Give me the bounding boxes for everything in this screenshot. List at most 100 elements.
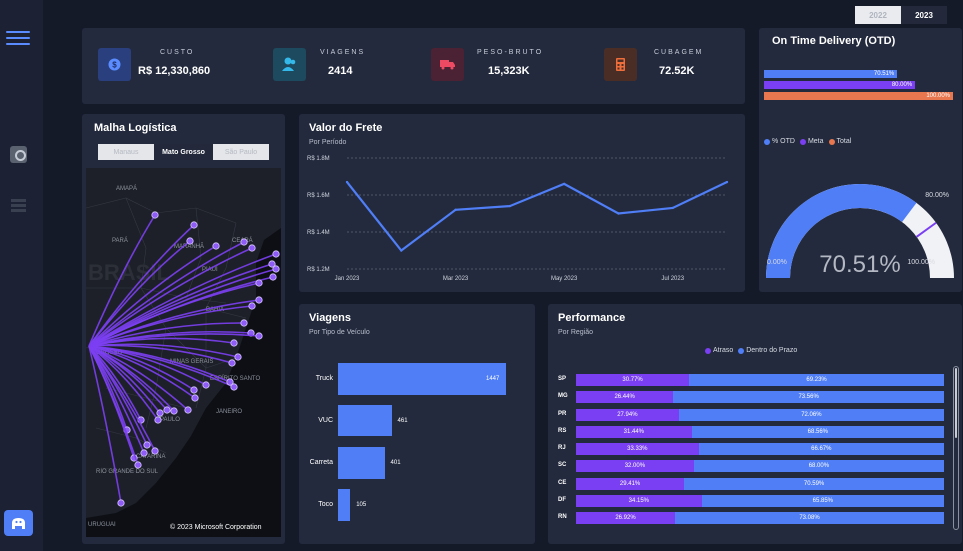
- frete-card: Valor do Frete Por Período R$ 1.2M R$ 1.4…: [299, 114, 745, 292]
- route-point: [151, 211, 159, 219]
- map-label: AMAPÁ: [116, 185, 137, 192]
- data-point: [454, 208, 457, 211]
- performance-row[interactable]: RS 31.44% 68.56%: [558, 425, 946, 438]
- otd-bar[interactable]: 80.00%: [764, 81, 916, 89]
- stacked-bar: 30.77% 69.23%: [576, 374, 944, 386]
- year-2022-button[interactable]: 2022: [855, 6, 901, 24]
- atraso-segment[interactable]: 26.92%: [576, 512, 676, 524]
- legend-item: Meta: [799, 138, 824, 145]
- stacked-bar: 26.92% 73.08%: [576, 512, 944, 524]
- map-card: Malha Logística Manaus Mato Grosso São P…: [82, 114, 285, 544]
- dentro-prazo-segment[interactable]: 66.67%: [698, 443, 944, 455]
- route-point: [255, 332, 263, 340]
- performance-row[interactable]: SP 30.77% 69.23%: [558, 374, 946, 386]
- map-label-country: BRASIL: [88, 260, 170, 285]
- route-point: [191, 394, 199, 402]
- map-tab-sao-paulo[interactable]: São Paulo: [213, 144, 269, 160]
- performance-scrollbar[interactable]: [953, 366, 959, 530]
- route-point: [228, 359, 236, 367]
- region-label: CE: [558, 479, 567, 486]
- otd-bar[interactable]: 70.51%: [764, 70, 898, 78]
- menu-icon[interactable]: [6, 31, 30, 45]
- bar-value-label: 105: [356, 502, 367, 508]
- x-tick-label: May 2023: [551, 276, 578, 282]
- scrollbar-thumb[interactable]: [955, 368, 957, 438]
- dentro-prazo-segment[interactable]: 73.56%: [673, 391, 944, 404]
- region-label: DF: [558, 496, 566, 503]
- performance-row[interactable]: DF 34.15% 65.85%: [558, 494, 946, 507]
- performance-row[interactable]: PR 27.94% 72.06%: [558, 408, 946, 421]
- atraso-segment[interactable]: 27.94%: [576, 408, 679, 421]
- map-tab-mato-grosso[interactable]: Mato Grosso: [154, 144, 213, 160]
- route-point: [170, 407, 178, 415]
- data-point: [671, 206, 674, 210]
- viagens-bar[interactable]: [338, 489, 351, 521]
- dentro-prazo-segment[interactable]: 73.08%: [675, 512, 944, 524]
- atraso-segment[interactable]: 32.00%: [576, 460, 694, 473]
- map-label: PAULO: [160, 417, 180, 423]
- year-filter: 2022 2023: [855, 6, 947, 24]
- users-icon: [273, 48, 306, 81]
- dentro-prazo-segment[interactable]: 68.56%: [691, 425, 944, 438]
- atraso-segment[interactable]: 33.33%: [576, 443, 699, 455]
- table-page-icon[interactable]: [11, 199, 26, 212]
- route-point: [272, 250, 280, 258]
- route-point: [202, 381, 210, 389]
- performance-row[interactable]: RJ 33.33% 66.67%: [558, 443, 946, 455]
- dentro-prazo-segment[interactable]: 69.23%: [689, 374, 944, 386]
- map-page-icon[interactable]: [10, 146, 27, 163]
- route-point: [156, 409, 164, 417]
- otd-bar-label: 100.00%: [926, 93, 950, 99]
- year-2023-button[interactable]: 2023: [901, 6, 947, 24]
- performance-row[interactable]: CE 29.41% 70.59%: [558, 477, 946, 490]
- performance-row[interactable]: SC 32.00% 68.00%: [558, 460, 946, 473]
- viagens-bar[interactable]: [338, 405, 392, 436]
- region-label: RS: [558, 427, 567, 434]
- route-point: [226, 378, 234, 386]
- dentro-prazo-segment[interactable]: 68.00%: [693, 460, 944, 473]
- data-point: [345, 180, 349, 184]
- route-point: [240, 238, 248, 246]
- atraso-segment[interactable]: 30.77%: [576, 374, 690, 386]
- route-point: [143, 441, 151, 449]
- otd-bar[interactable]: 100.00%: [764, 92, 953, 100]
- viagens-bar[interactable]: [338, 447, 385, 479]
- legend-dot: [828, 138, 835, 145]
- data-point: [562, 182, 566, 186]
- atraso-segment[interactable]: 29.41%: [576, 477, 685, 490]
- otd-gauge[interactable]: 70.51% 80.00% 0.00% 100.00%: [759, 152, 962, 292]
- region-label: SC: [558, 462, 567, 469]
- dentro-prazo-segment[interactable]: 65.85%: [701, 494, 944, 507]
- bar-value-label: 1447: [486, 376, 500, 382]
- gauge-value: 70.51%: [819, 251, 900, 278]
- logistics-map[interactable]: AMAPÁ PARÁ MARANHÃ CEARÁ PIAUÍ BAHIA GRO…: [86, 168, 281, 537]
- bar-value-label: 461: [397, 418, 408, 424]
- x-tick-label: Mar 2023: [443, 276, 469, 282]
- frete-line-chart[interactable]: R$ 1.2M R$ 1.4M R$ 1.6M R$ 1.8M Jan 2023 Mar …: [299, 114, 745, 292]
- route-point: [154, 416, 162, 424]
- region-label: RN: [558, 514, 567, 520]
- otd-bar-label: 70.51%: [873, 71, 895, 77]
- atraso-segment[interactable]: 31.44%: [576, 425, 692, 438]
- dentro-prazo-segment[interactable]: 72.06%: [678, 408, 944, 421]
- kpi-value: 15,323K: [488, 65, 530, 77]
- dentro-prazo-segment[interactable]: 70.59%: [684, 477, 944, 490]
- map-tab-manaus[interactable]: Manaus: [98, 144, 154, 160]
- atraso-segment[interactable]: 26.44%: [576, 391, 674, 404]
- otd-card: On Time Delivery (OTD) 70.51% 80.00% 100.0…: [759, 28, 962, 292]
- gorilla-logo-icon[interactable]: [4, 510, 33, 536]
- legend-dot: [738, 347, 745, 354]
- atraso-segment[interactable]: 34.15%: [576, 494, 702, 507]
- legend-item: % OTD: [764, 138, 795, 145]
- otd-title: On Time Delivery (OTD): [772, 35, 896, 47]
- route-point: [163, 406, 171, 414]
- map-copyright: © 2023 Microsoft Corporation: [170, 524, 262, 531]
- route-point: [255, 296, 263, 304]
- viagens-bar[interactable]: [338, 363, 506, 395]
- performance-row[interactable]: MG 26.44% 73.56%: [558, 391, 946, 404]
- map-label: PARÁ: [112, 237, 128, 244]
- legend-item: Atraso: [705, 347, 733, 354]
- legend-item: Total: [828, 138, 851, 145]
- gauge-max-label: 100.00%: [907, 259, 935, 266]
- performance-row[interactable]: RN 26.92% 73.08%: [558, 512, 946, 524]
